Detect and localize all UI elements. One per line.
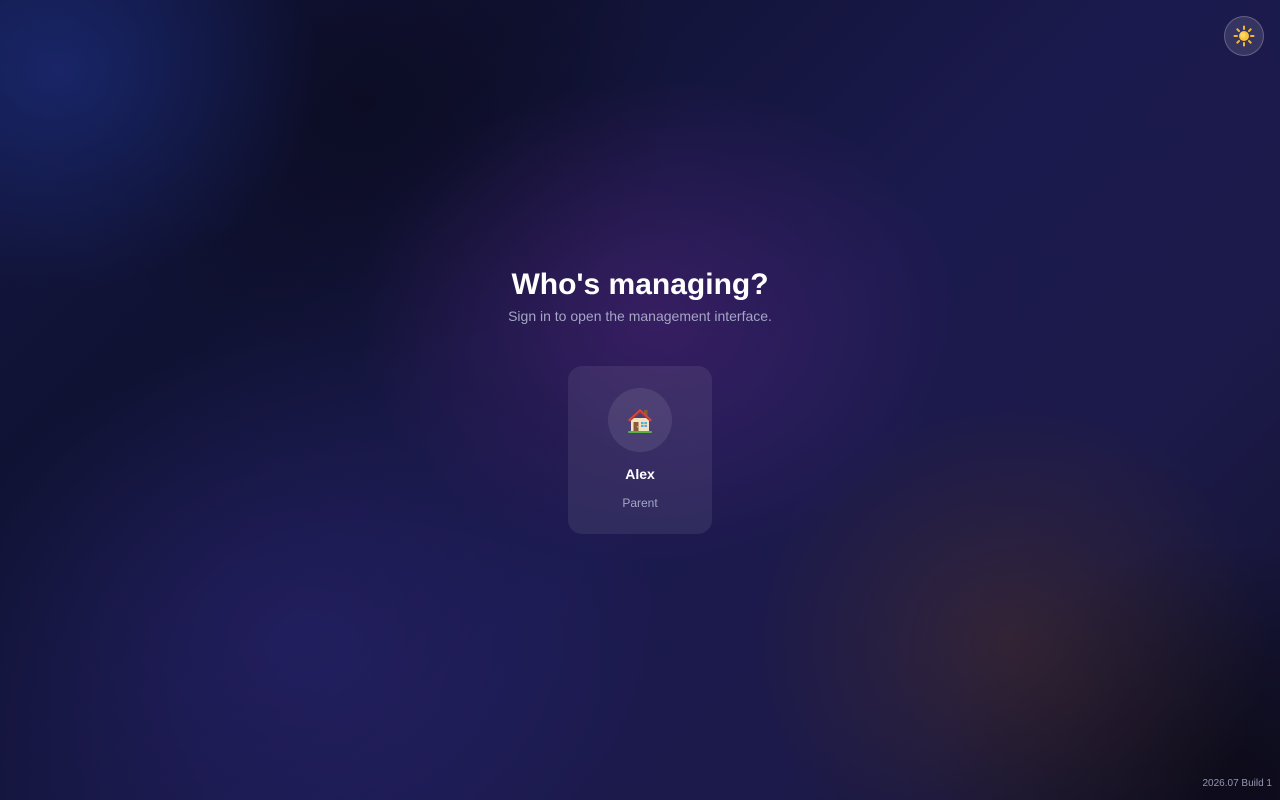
house-icon [625, 405, 655, 435]
page-title: Who's managing? [511, 268, 769, 301]
build-version: 2026.07 Build 1 [1202, 778, 1272, 789]
profile-name: Alex [625, 466, 655, 482]
profile-role: Parent [622, 496, 658, 510]
profile-card-alex[interactable]: Alex Parent [568, 366, 712, 534]
page-subtitle: Sign in to open the management interface… [508, 308, 772, 324]
avatar [608, 388, 672, 452]
profile-selection-screen: Who's managing? Sign in to open the mana… [0, 0, 1280, 800]
